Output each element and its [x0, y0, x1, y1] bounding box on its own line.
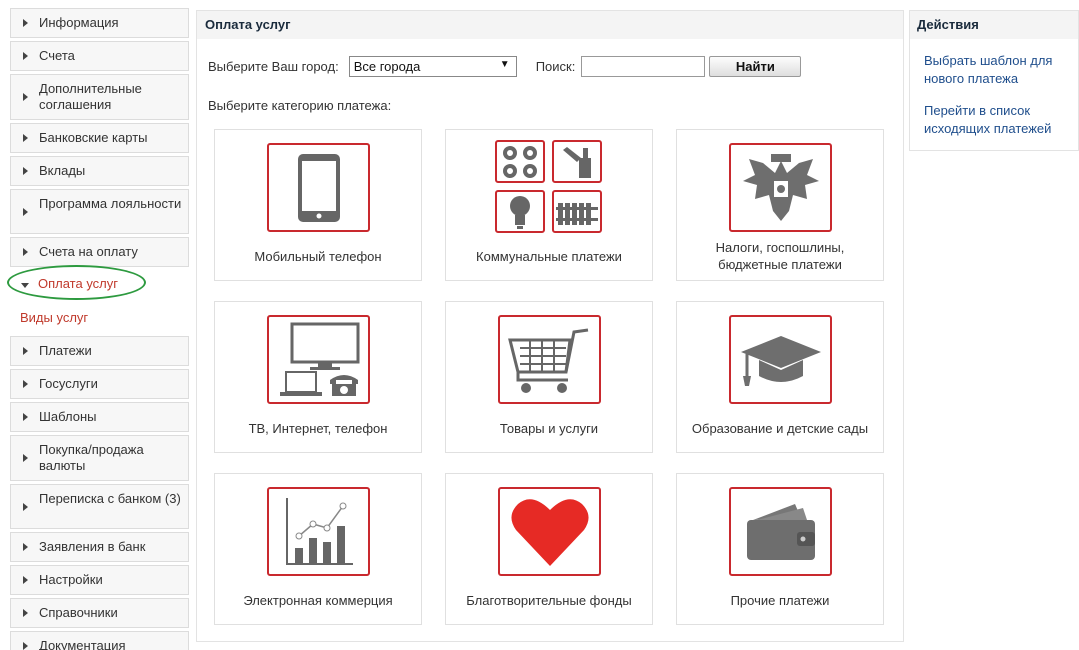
sidebar-item-payments[interactable]: Платежи	[10, 336, 189, 366]
sidebar-item-accounts[interactable]: Счета	[10, 41, 189, 71]
wallet-icon	[746, 503, 815, 560]
service-payment-panel: Оплата услуг Выберите Ваш город: Все гор…	[196, 10, 904, 642]
category-goods-services[interactable]: Товары и услуги	[445, 301, 653, 453]
triangle-right-icon	[23, 52, 28, 60]
category-education[interactable]: Образование и детские сады	[676, 301, 884, 453]
category-label: Прочие платежи	[730, 592, 830, 608]
sidebar-item-label: Документация	[39, 638, 126, 650]
triangle-down-icon	[21, 282, 29, 288]
triangle-right-icon	[23, 248, 28, 256]
category-prompt: Выберите категорию платежа:	[208, 98, 392, 113]
category-utilities[interactable]: Коммунальные платежи	[445, 129, 653, 281]
sidebar-item-documentation[interactable]: Документация	[10, 631, 189, 650]
search-input[interactable]	[581, 55, 706, 77]
sidebar-item-label: Справочники	[39, 605, 118, 620]
sidebar-item-label: Настройки	[39, 572, 103, 587]
sidebar-item-bank-correspondence[interactable]: Переписка с банком (3)	[10, 484, 189, 529]
sidebar-item-label: Госуслуги	[39, 376, 98, 391]
actions-panel: Действия Выбрать шаблон для нового плате…	[909, 10, 1079, 151]
stove-icon	[503, 145, 537, 178]
sidebar-item-bank-applications[interactable]: Заявления в банк	[10, 532, 189, 562]
sidebar-item-label: Программа лояльности	[39, 196, 182, 211]
triangle-right-icon	[23, 454, 28, 462]
category-label: Образование и детские сады	[691, 420, 869, 436]
city-select[interactable]: Все города ▼	[348, 55, 517, 77]
triangle-right-icon	[23, 413, 28, 421]
radiator-icon	[556, 202, 598, 225]
category-e-commerce[interactable]: Электронная коммерция	[214, 473, 422, 625]
city-label: Выберите Ваш город:	[208, 58, 339, 74]
sidebar-item-label: Банковские карты	[39, 130, 148, 145]
search-label: Поиск:	[535, 58, 576, 74]
triangle-right-icon	[23, 380, 28, 388]
triangle-right-icon	[23, 543, 28, 551]
choose-template-link[interactable]: Выбрать шаблон для нового платежа	[910, 52, 1078, 88]
sidebar-item-invoices[interactable]: Счета на оплату	[10, 237, 189, 267]
triangle-right-icon	[23, 93, 28, 101]
graduation-cap-icon	[740, 335, 821, 386]
sidebar-item-deposits[interactable]: Вклады	[10, 156, 189, 186]
filter-row: Выберите Ваш город: Все города ▼ Поиск: …	[208, 55, 802, 77]
light-bulb-icon	[510, 195, 530, 229]
heart-icon	[510, 498, 589, 566]
sidebar-item-additional-agreements[interactable]: Дополнительные соглашения	[10, 74, 189, 120]
category-label: Коммунальные платежи	[476, 248, 622, 264]
outgoing-payments-link[interactable]: Перейти в список исходящих платежей	[910, 102, 1078, 138]
triangle-right-icon	[23, 134, 28, 142]
sidebar-item-directories[interactable]: Справочники	[10, 598, 189, 628]
category-label: Благотворительные фонды	[466, 592, 632, 608]
triangle-right-icon	[23, 502, 28, 511]
category-tv-internet-phone[interactable]: ТВ, Интернет, телефон	[214, 301, 422, 453]
category-charity[interactable]: Благотворительные фонды	[445, 473, 653, 625]
category-label: Электронная коммерция	[243, 592, 393, 608]
sidebar-item-bank-cards[interactable]: Банковские карты	[10, 123, 189, 153]
category-taxes[interactable]: Налоги, госпошлины, бюджетные платежи	[676, 129, 884, 281]
triangle-right-icon	[23, 347, 28, 355]
category-label: ТВ, Интернет, телефон	[248, 420, 388, 436]
city-select-value: Все города	[353, 58, 421, 74]
category-other-payments[interactable]: Прочие платежи	[676, 473, 884, 625]
coat-of-arms-icon	[742, 153, 819, 221]
triangle-right-icon	[23, 19, 28, 27]
sidebar-item-label: Заявления в банк	[39, 539, 146, 554]
sidebar-item-label: Переписка с банком (3)	[39, 491, 181, 506]
tv-internet-phone-icon	[279, 322, 359, 396]
sidebar-item-label: Дополнительные соглашения	[39, 81, 142, 112]
sidebar-item-label: Покупка/продажа валюты	[39, 442, 144, 473]
sidebar-item-service-payment[interactable]: Оплата услуг	[7, 265, 189, 300]
find-button[interactable]: Найти	[709, 55, 802, 77]
sidebar-item-loyalty-program[interactable]: Программа лояльности	[10, 189, 189, 234]
growth-chart-icon	[285, 497, 353, 565]
triangle-right-icon	[23, 642, 28, 650]
sidebar-subitem-service-types[interactable]: Виды услуг	[10, 302, 189, 336]
triangle-right-icon	[23, 167, 28, 175]
sidebar-item-templates[interactable]: Шаблоны	[10, 402, 189, 432]
sidebar-item-label: Счета на оплату	[39, 244, 138, 259]
triangle-right-icon	[23, 609, 28, 617]
sidebar-item-label: Платежи	[39, 343, 92, 358]
sidebar-item-information[interactable]: Информация	[10, 8, 189, 38]
sidebar-item-label: Оплата услуг	[38, 276, 119, 291]
category-label: Налоги, госпошлины, бюджетные платежи	[715, 240, 845, 272]
dropdown-arrow-icon: ▼	[499, 58, 510, 70]
triangle-right-icon	[23, 576, 28, 584]
sidebar-item-label: Вклады	[39, 163, 86, 178]
category-label: Товары и услуги	[499, 420, 599, 436]
sidebar-item-label: Информация	[39, 15, 119, 30]
actions-title: Действия	[910, 11, 1078, 39]
faucet-icon	[563, 146, 591, 178]
panel-title: Оплата услуг	[197, 11, 903, 39]
category-mobile-phone[interactable]: Мобильный телефон	[214, 129, 422, 281]
sidebar-item-label: Шаблоны	[39, 409, 97, 424]
category-label: Мобильный телефон	[254, 248, 382, 264]
sidebar-item-settings[interactable]: Настройки	[10, 565, 189, 595]
sidebar-nav: Информация Счета Дополнительные соглашен…	[7, 8, 189, 650]
sidebar-item-public-services[interactable]: Госуслуги	[10, 369, 189, 399]
mobile-phone-icon	[297, 153, 340, 222]
sidebar-item-label: Счета	[39, 48, 75, 63]
shopping-cart-icon	[507, 328, 588, 393]
triangle-right-icon	[23, 207, 28, 216]
utilities-icon	[495, 140, 605, 236]
sidebar-item-currency-exchange[interactable]: Покупка/продажа валюты	[10, 435, 189, 481]
